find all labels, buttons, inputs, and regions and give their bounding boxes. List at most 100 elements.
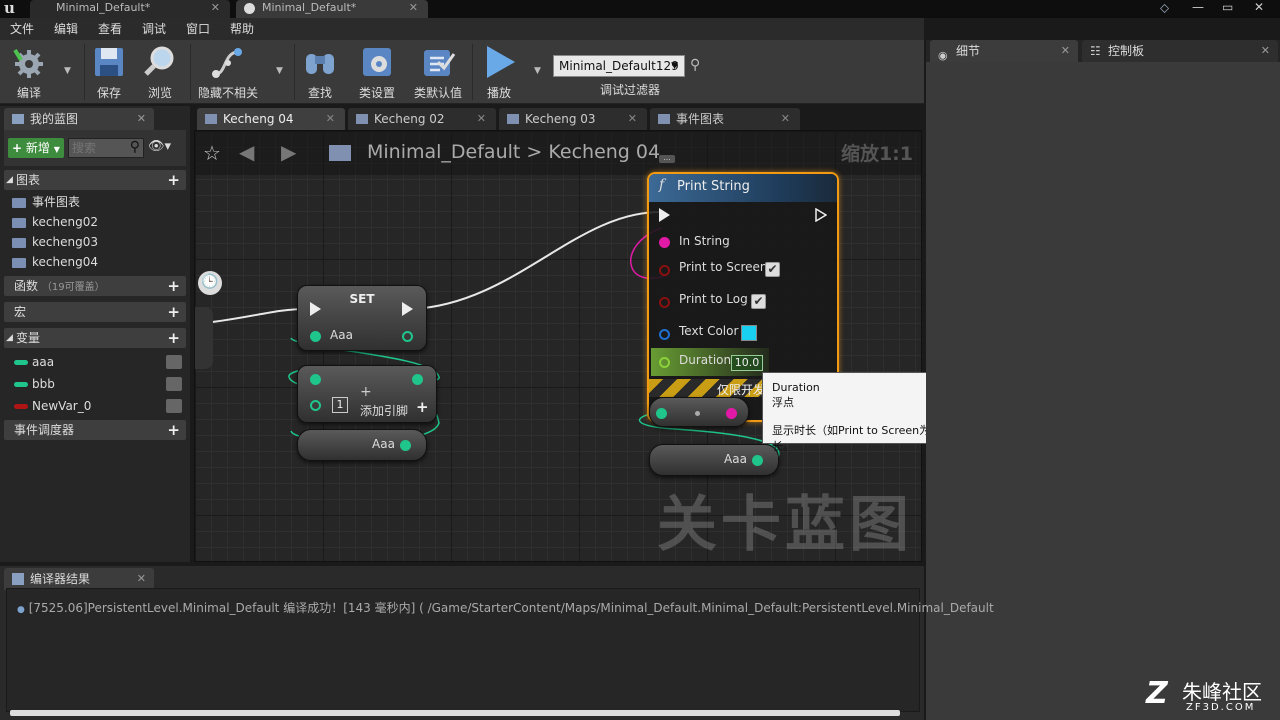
duration-pin[interactable] xyxy=(659,357,670,368)
add-pin-label[interactable]: 添加引脚 xyxy=(360,402,408,419)
macros-category[interactable]: 宏 + xyxy=(4,302,186,322)
menu-help[interactable]: 帮助 xyxy=(230,18,254,40)
graph-editor-canvas[interactable]: ☆ ◀ ▶ Minimal_Default > Kecheng 04 缩放1:1… xyxy=(194,130,922,562)
browse-button[interactable]: 浏览 xyxy=(138,40,182,102)
graph-item-kecheng02[interactable]: kecheng02 xyxy=(8,212,98,232)
hide-unrelated-chevron-down-icon[interactable]: ▼ xyxy=(276,66,283,76)
minimize-icon[interactable]: — xyxy=(1192,0,1204,14)
close-icon[interactable]: ✕ xyxy=(137,108,146,130)
comment-bubble-icon[interactable]: ... xyxy=(659,154,675,163)
class-settings-button[interactable]: 类设置 xyxy=(354,40,400,102)
play-options-chevron-down-icon[interactable]: ▼ xyxy=(534,66,541,76)
print-to-screen-pin[interactable] xyxy=(659,265,670,276)
conversion-input-pin[interactable] xyxy=(656,408,667,419)
close-icon[interactable]: ✕ xyxy=(781,108,790,130)
compile-options-chevron-down-icon[interactable]: ▼ xyxy=(64,66,71,76)
view-options-eye-icon[interactable]: 👁▾ xyxy=(148,139,171,154)
new-button[interactable]: + 新增 ▼ xyxy=(8,138,64,158)
details-tab[interactable]: ◉ 细节 ✕ xyxy=(930,40,1078,62)
close-icon[interactable]: ✕ xyxy=(628,108,637,130)
notification-icon[interactable]: ⬦ xyxy=(1160,1,1169,16)
close-icon[interactable]: ✕ xyxy=(1061,40,1070,62)
tab-event-graph[interactable]: 事件图表 ✕ xyxy=(650,108,800,130)
exec-out-pin[interactable] xyxy=(402,302,413,316)
array-output-pin[interactable] xyxy=(412,374,423,385)
close-icon[interactable]: ✕ xyxy=(409,0,418,15)
get-aaa-node[interactable]: Aaa xyxy=(297,429,427,461)
find-button[interactable]: 查找 xyxy=(298,40,342,102)
visibility-eye-icon[interactable] xyxy=(166,377,182,391)
compiler-results-tab[interactable]: 编译器结果 ✕ xyxy=(4,568,154,590)
compile-button[interactable]: 编译 xyxy=(4,40,54,102)
tab-kecheng02[interactable]: Kecheng 02 ✕ xyxy=(348,108,496,130)
tab-kecheng03[interactable]: Kecheng 03 ✕ xyxy=(499,108,647,130)
print-to-screen-checkbox[interactable]: ✔ xyxy=(765,262,780,277)
functions-category[interactable]: 函数 （19可覆盖） + xyxy=(4,276,186,296)
in-string-pin[interactable] xyxy=(659,237,670,248)
hide-unrelated-button[interactable]: 隐藏不相关 xyxy=(194,40,262,102)
variable-item-bbb[interactable]: bbb xyxy=(8,374,184,394)
offscreen-node[interactable] xyxy=(195,307,213,369)
play-button[interactable]: 播放 xyxy=(476,40,522,102)
tab-kecheng04[interactable]: Kecheng 04 ✕ xyxy=(197,108,345,130)
log-entry[interactable]: ● [7525.06]PersistentLevel.Minimal_Defau… xyxy=(17,599,994,616)
aaa-output-pin[interactable] xyxy=(400,440,411,451)
close-window-icon[interactable]: ✕ xyxy=(1254,0,1264,14)
print-to-log-checkbox[interactable]: ✔ xyxy=(751,294,766,309)
print-to-log-pin[interactable] xyxy=(659,297,670,308)
document-tab-1[interactable]: Minimal_Default* ✕ xyxy=(30,0,230,18)
aaa-output-pin[interactable] xyxy=(402,331,413,342)
close-icon[interactable]: ✕ xyxy=(477,108,486,130)
clock-icon[interactable]: 🕒 xyxy=(198,271,222,295)
horizontal-scrollbar[interactable] xyxy=(10,710,900,716)
graph-item-kecheng04[interactable]: kecheng04 xyxy=(8,252,98,272)
close-icon[interactable]: ✕ xyxy=(1261,40,1270,62)
close-icon[interactable]: ✕ xyxy=(326,108,335,130)
aaa-input-pin[interactable] xyxy=(310,331,321,342)
save-button[interactable]: 保存 xyxy=(88,40,130,102)
menu-file[interactable]: 文件 xyxy=(10,18,34,40)
variable-item-aaa[interactable]: aaa xyxy=(8,352,184,372)
add-graph-plus-icon[interactable]: + xyxy=(167,170,180,190)
add-dispatcher-plus-icon[interactable]: + xyxy=(167,420,180,440)
get-aaa-node[interactable]: Aaa xyxy=(649,444,779,476)
add-function-plus-icon[interactable]: + xyxy=(167,276,180,296)
menu-view[interactable]: 查看 xyxy=(98,18,122,40)
palette-tab[interactable]: ☷ 控制板 ✕ xyxy=(1082,40,1278,62)
add-macro-plus-icon[interactable]: + xyxy=(167,302,180,322)
visibility-eye-icon[interactable] xyxy=(166,399,182,413)
graph-item-kecheng03[interactable]: kecheng03 xyxy=(8,232,98,252)
add-variable-plus-icon[interactable]: + xyxy=(167,328,180,348)
variable-item-newvar0[interactable]: NewVar_0 xyxy=(8,396,184,416)
exec-in-pin[interactable] xyxy=(310,302,321,316)
add-pin-plus-icon[interactable]: + xyxy=(416,398,429,416)
debug-search-icon[interactable]: ⚲ xyxy=(690,57,700,73)
variables-category[interactable]: ◢ 变量 + xyxy=(4,328,186,348)
my-blueprint-tab[interactable]: 我的蓝图 ✕ xyxy=(4,108,154,130)
conversion-output-pin[interactable] xyxy=(726,408,737,419)
exec-in-pin[interactable] xyxy=(659,208,670,222)
class-defaults-button[interactable]: 类默认值 xyxy=(410,40,466,102)
duration-value-field[interactable]: 10.0 xyxy=(731,355,763,371)
close-icon[interactable]: ✕ xyxy=(137,568,146,590)
menu-edit[interactable]: 编辑 xyxy=(54,18,78,40)
make-array-node[interactable]: 1 + 添加引脚 + xyxy=(297,365,437,423)
array-index-box[interactable]: 1 xyxy=(332,397,348,413)
aaa-output-pin[interactable] xyxy=(752,455,763,466)
conversion-node[interactable] xyxy=(649,397,749,427)
event-dispatchers-category[interactable]: 事件调度器 + xyxy=(4,420,186,440)
text-color-pin[interactable] xyxy=(659,329,670,340)
maximize-icon[interactable]: ▭ xyxy=(1222,0,1233,14)
menu-window[interactable]: 窗口 xyxy=(186,18,210,40)
close-icon[interactable]: ✕ xyxy=(211,0,220,15)
visibility-eye-icon[interactable] xyxy=(166,355,182,369)
document-tab-2[interactable]: Minimal_Default* ✕ xyxy=(236,0,428,18)
array-output-pin[interactable] xyxy=(310,374,321,385)
menu-debug[interactable]: 调试 xyxy=(142,18,166,40)
set-node[interactable]: SET Aaa xyxy=(297,285,427,351)
text-color-swatch[interactable] xyxy=(741,325,757,341)
graph-item-event-graph[interactable]: 事件图表 xyxy=(8,192,80,212)
exec-out-pin[interactable] xyxy=(815,208,827,222)
graphs-category[interactable]: ◢ 图表 + xyxy=(4,170,186,190)
element-input-pin[interactable] xyxy=(310,400,321,411)
